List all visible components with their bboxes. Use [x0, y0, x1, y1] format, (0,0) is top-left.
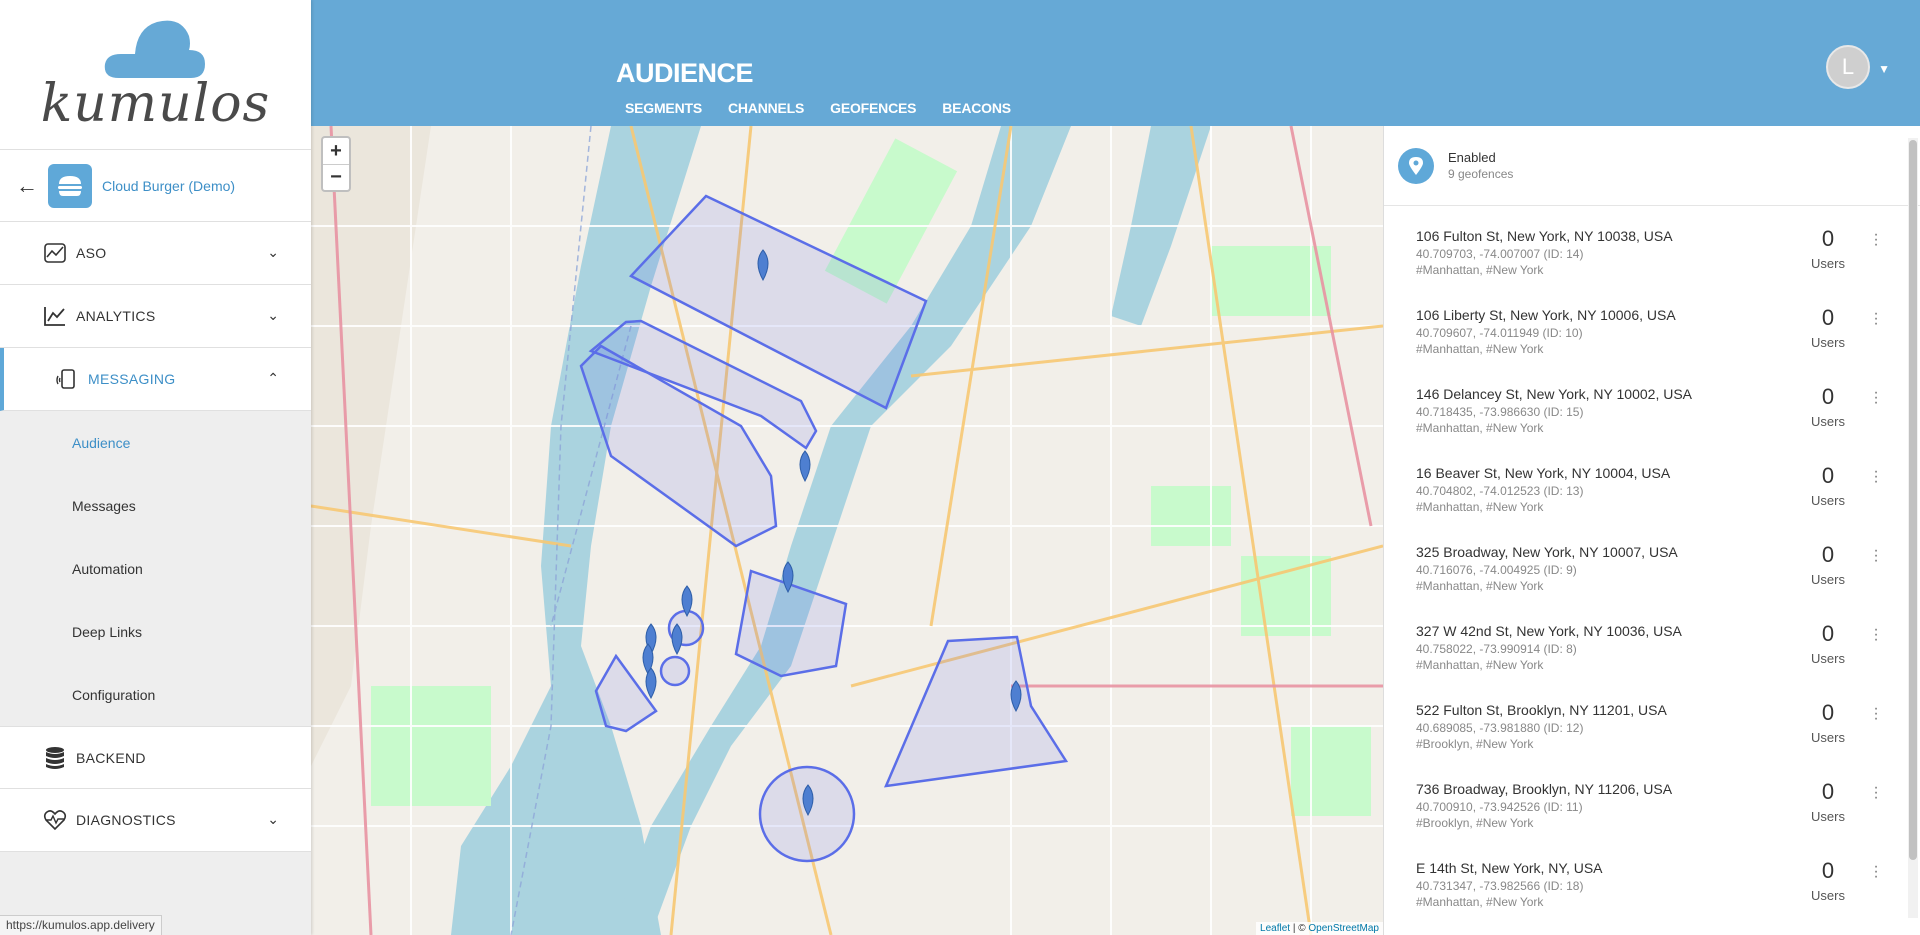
app-name[interactable]: Cloud Burger (Demo) — [102, 178, 235, 194]
nav-messaging-label: MESSAGING — [88, 371, 176, 387]
more-vert-icon[interactable]: · · · — [1870, 622, 1882, 648]
nav-diagnostics-label: DIAGNOSTICS — [76, 812, 176, 828]
user-count: 0 — [1821, 621, 1835, 646]
users-label: Users — [1811, 651, 1845, 666]
more-vert-icon[interactable]: · · · — [1870, 543, 1882, 569]
sub-configuration[interactable]: Configuration — [0, 663, 311, 726]
user-count: 0 — [1821, 779, 1835, 804]
zoom-out-button[interactable]: − — [323, 164, 349, 190]
nav-analytics-label: ANALYTICS — [76, 308, 156, 324]
nav-aso-label: ASO — [76, 245, 107, 261]
geofence-panel: Enabled 9 geofences 106 Fulton St, New Y… — [1383, 126, 1920, 935]
zoom-control: + − — [321, 136, 351, 192]
more-vert-icon[interactable]: · · · — [1870, 227, 1882, 253]
chevron-down-icon: ⌄ — [267, 244, 279, 260]
users-label: Users — [1811, 730, 1845, 745]
map-attribution: Leaflet | © OpenStreetMap — [1256, 922, 1383, 935]
more-vert-icon[interactable]: · · · — [1870, 306, 1882, 332]
more-vert-icon[interactable]: · · · — [1870, 464, 1882, 490]
geofence-item[interactable]: 736 Broadway, Brooklyn, NY 11206, USA 40… — [1384, 771, 1920, 850]
leaflet-link[interactable]: Leaflet — [1260, 923, 1290, 934]
user-count: 0 — [1821, 384, 1835, 409]
map-tiles — [311, 126, 1383, 935]
chevron-down-icon: ⌄ — [267, 811, 279, 827]
burger-app-icon — [48, 163, 92, 208]
page-title: AUDIENCE — [616, 58, 754, 88]
location-pin-icon — [1398, 147, 1434, 184]
geofence-count: 9 geofences — [1448, 167, 1514, 181]
users-label: Users — [1811, 256, 1845, 271]
nav-backend[interactable]: BACKEND — [0, 726, 311, 789]
messaging-phone-icon — [54, 366, 80, 392]
user-count: 0 — [1821, 542, 1835, 567]
geofence-item[interactable]: 106 Fulton St, New York, NY 10038, USA 4… — [1384, 218, 1920, 297]
chevron-down-icon: ⌄ — [267, 307, 279, 323]
logo[interactable]: kumulos — [0, 0, 311, 149]
geofence-item[interactable]: 146 Delancey St, New York, NY 10002, USA… — [1384, 376, 1920, 455]
geofence-item[interactable]: 522 Fulton St, Brooklyn, NY 11201, USA 4… — [1384, 692, 1920, 771]
geofence-map[interactable]: + − Leaflet | © OpenStreetMap — [311, 126, 1383, 935]
more-vert-icon[interactable]: · · · — [1870, 859, 1882, 885]
user-count: 0 — [1821, 858, 1835, 883]
user-count: 0 — [1821, 226, 1835, 251]
geofence-item[interactable]: 106 Liberty St, New York, NY 10006, USA … — [1384, 297, 1920, 376]
user-count: 0 — [1821, 700, 1835, 725]
nav-aso[interactable]: ASO ⌄ — [0, 222, 311, 285]
geofence-item[interactable]: E 14th St, New York, NY, USA 40.731347, … — [1384, 850, 1920, 929]
osm-link[interactable]: OpenStreetMap — [1308, 923, 1379, 934]
logo-text: kumulos — [40, 74, 271, 134]
users-label: Users — [1811, 888, 1845, 903]
tab-bar: SEGMENTS CHANNELS GEOFENCES BEACONS — [625, 100, 1011, 116]
attribution-separator: | © — [1290, 923, 1309, 934]
nav-backend-label: BACKEND — [76, 749, 146, 766]
sidebar: kumulos ← Cloud Burger (Demo) ASO ⌄ ANAL… — [0, 0, 311, 935]
more-vert-icon[interactable]: · · · — [1870, 780, 1882, 806]
chevron-up-icon: ⌃ — [267, 370, 279, 386]
nav-analytics[interactable]: ANALYTICS ⌄ — [0, 285, 311, 348]
geofence-list: 106 Fulton St, New York, NY 10038, USA 4… — [1384, 206, 1920, 929]
more-vert-icon[interactable]: · · · — [1870, 385, 1882, 411]
user-count: 0 — [1821, 305, 1835, 330]
users-label: Users — [1811, 414, 1845, 429]
sub-audience[interactable]: Audience — [0, 411, 311, 474]
line-chart-icon — [42, 303, 68, 329]
tab-beacons[interactable]: BEACONS — [942, 100, 1011, 116]
tab-channels[interactable]: CHANNELS — [728, 100, 804, 116]
scrollbar-thumb[interactable] — [1909, 140, 1917, 860]
user-count: 0 — [1821, 463, 1835, 488]
heart-pulse-icon — [42, 807, 68, 833]
sub-messages[interactable]: Messages — [0, 474, 311, 537]
geofence-status: Enabled — [1448, 150, 1496, 165]
users-label: Users — [1811, 572, 1845, 587]
users-label: Users — [1811, 335, 1845, 350]
tab-segments[interactable]: SEGMENTS — [625, 100, 702, 116]
users-label: Users — [1811, 493, 1845, 508]
back-arrow-icon[interactable]: ← — [16, 173, 38, 199]
geofence-item[interactable]: 325 Broadway, New York, NY 10007, USA 40… — [1384, 534, 1920, 613]
panel-scrollbar[interactable] — [1908, 138, 1918, 918]
nav-messaging[interactable]: MESSAGING ⌃ — [0, 348, 311, 411]
status-bar-url: https://kumulos.app.delivery — [0, 915, 162, 935]
caret-down-icon[interactable]: ▼ — [1878, 62, 1890, 76]
users-label: Users — [1811, 809, 1845, 824]
tab-geofences[interactable]: GEOFENCES — [830, 100, 916, 116]
cloud-logo-icon — [104, 20, 205, 78]
geofence-item[interactable]: 327 W 42nd St, New York, NY 10036, USA 4… — [1384, 613, 1920, 692]
app-selector[interactable]: ← Cloud Burger (Demo) — [0, 149, 311, 222]
more-vert-icon[interactable]: · · · — [1870, 701, 1882, 727]
top-header: AUDIENCE SEGMENTS CHANNELS GEOFENCES BEA… — [311, 0, 1920, 126]
aso-icon — [42, 240, 68, 266]
geofence-status-header: Enabled 9 geofences — [1384, 126, 1920, 206]
geofence-item[interactable]: 16 Beaver St, New York, NY 10004, USA 40… — [1384, 455, 1920, 534]
sub-automation[interactable]: Automation — [0, 537, 311, 600]
avatar[interactable]: L — [1826, 45, 1870, 89]
sub-deep-links[interactable]: Deep Links — [0, 600, 311, 663]
zoom-in-button[interactable]: + — [323, 138, 349, 164]
nav-diagnostics[interactable]: DIAGNOSTICS ⌄ — [0, 789, 311, 852]
database-icon — [42, 745, 68, 771]
